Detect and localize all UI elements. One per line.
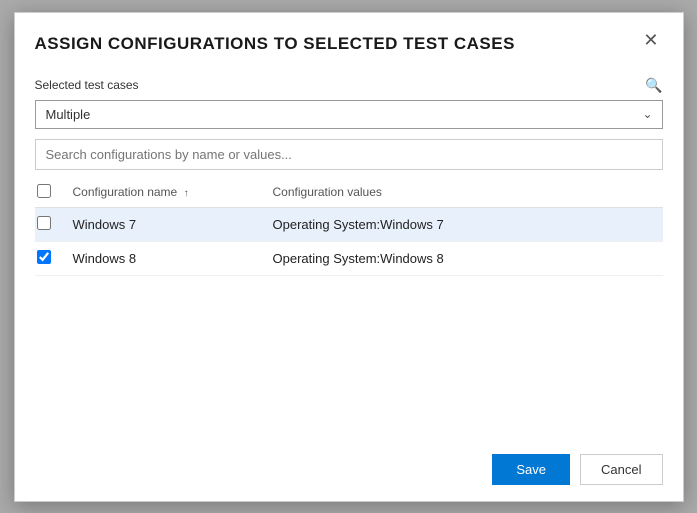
table-body: Windows 7 Operating System:Windows 7 Win…: [35, 207, 663, 275]
header-name-cell: Configuration name ↑: [65, 178, 265, 208]
table-header-row: Configuration name ↑ Configuration value…: [35, 178, 663, 208]
dialog-body: Selected test cases 🔍 Multiple ⌄ Configu…: [15, 67, 683, 438]
configurations-table: Configuration name ↑ Configuration value…: [35, 178, 663, 276]
dialog-header: ASSIGN CONFIGURATIONS TO SELECTED TEST C…: [15, 13, 683, 67]
selected-test-cases-label: Selected test cases: [35, 78, 139, 92]
dialog-title: ASSIGN CONFIGURATIONS TO SELECTED TEST C…: [35, 33, 640, 55]
table-header: Configuration name ↑ Configuration value…: [35, 178, 663, 208]
configurations-table-wrapper: Configuration name ↑ Configuration value…: [35, 178, 663, 438]
sort-arrow-icon: ↑: [184, 188, 189, 199]
row-check-cell-win8: [35, 241, 65, 275]
config-values-header-label: Configuration values: [273, 185, 382, 199]
assign-configurations-dialog: ASSIGN CONFIGURATIONS TO SELECTED TEST C…: [14, 12, 684, 502]
test-cases-dropdown-wrapper: Multiple ⌄: [35, 100, 663, 129]
header-values-cell: Configuration values: [265, 178, 663, 208]
row-values-win8: Operating System:Windows 8: [265, 241, 663, 275]
save-button[interactable]: Save: [492, 454, 570, 485]
select-all-checkbox[interactable]: [37, 184, 51, 198]
row-checkbox-win7[interactable]: [37, 216, 51, 230]
config-name-header-label: Configuration name: [73, 185, 178, 199]
header-check-cell: [35, 178, 65, 208]
row-name-win8: Windows 8: [65, 241, 265, 275]
row-checkbox-win8[interactable]: [37, 250, 51, 264]
table-row: Windows 8 Operating System:Windows 8: [35, 241, 663, 275]
table-row: Windows 7 Operating System:Windows 7: [35, 207, 663, 241]
search-input[interactable]: [35, 139, 663, 170]
row-name-win7: Windows 7: [65, 207, 265, 241]
row-check-cell-win7: [35, 207, 65, 241]
field-row: Selected test cases 🔍: [35, 77, 663, 94]
test-cases-dropdown[interactable]: Multiple: [35, 100, 663, 129]
row-values-win7: Operating System:Windows 7: [265, 207, 663, 241]
close-button[interactable]: ✕: [639, 31, 662, 49]
dialog-footer: Save Cancel: [15, 438, 683, 501]
search-icon[interactable]: 🔍: [645, 77, 662, 94]
cancel-button[interactable]: Cancel: [580, 454, 662, 485]
